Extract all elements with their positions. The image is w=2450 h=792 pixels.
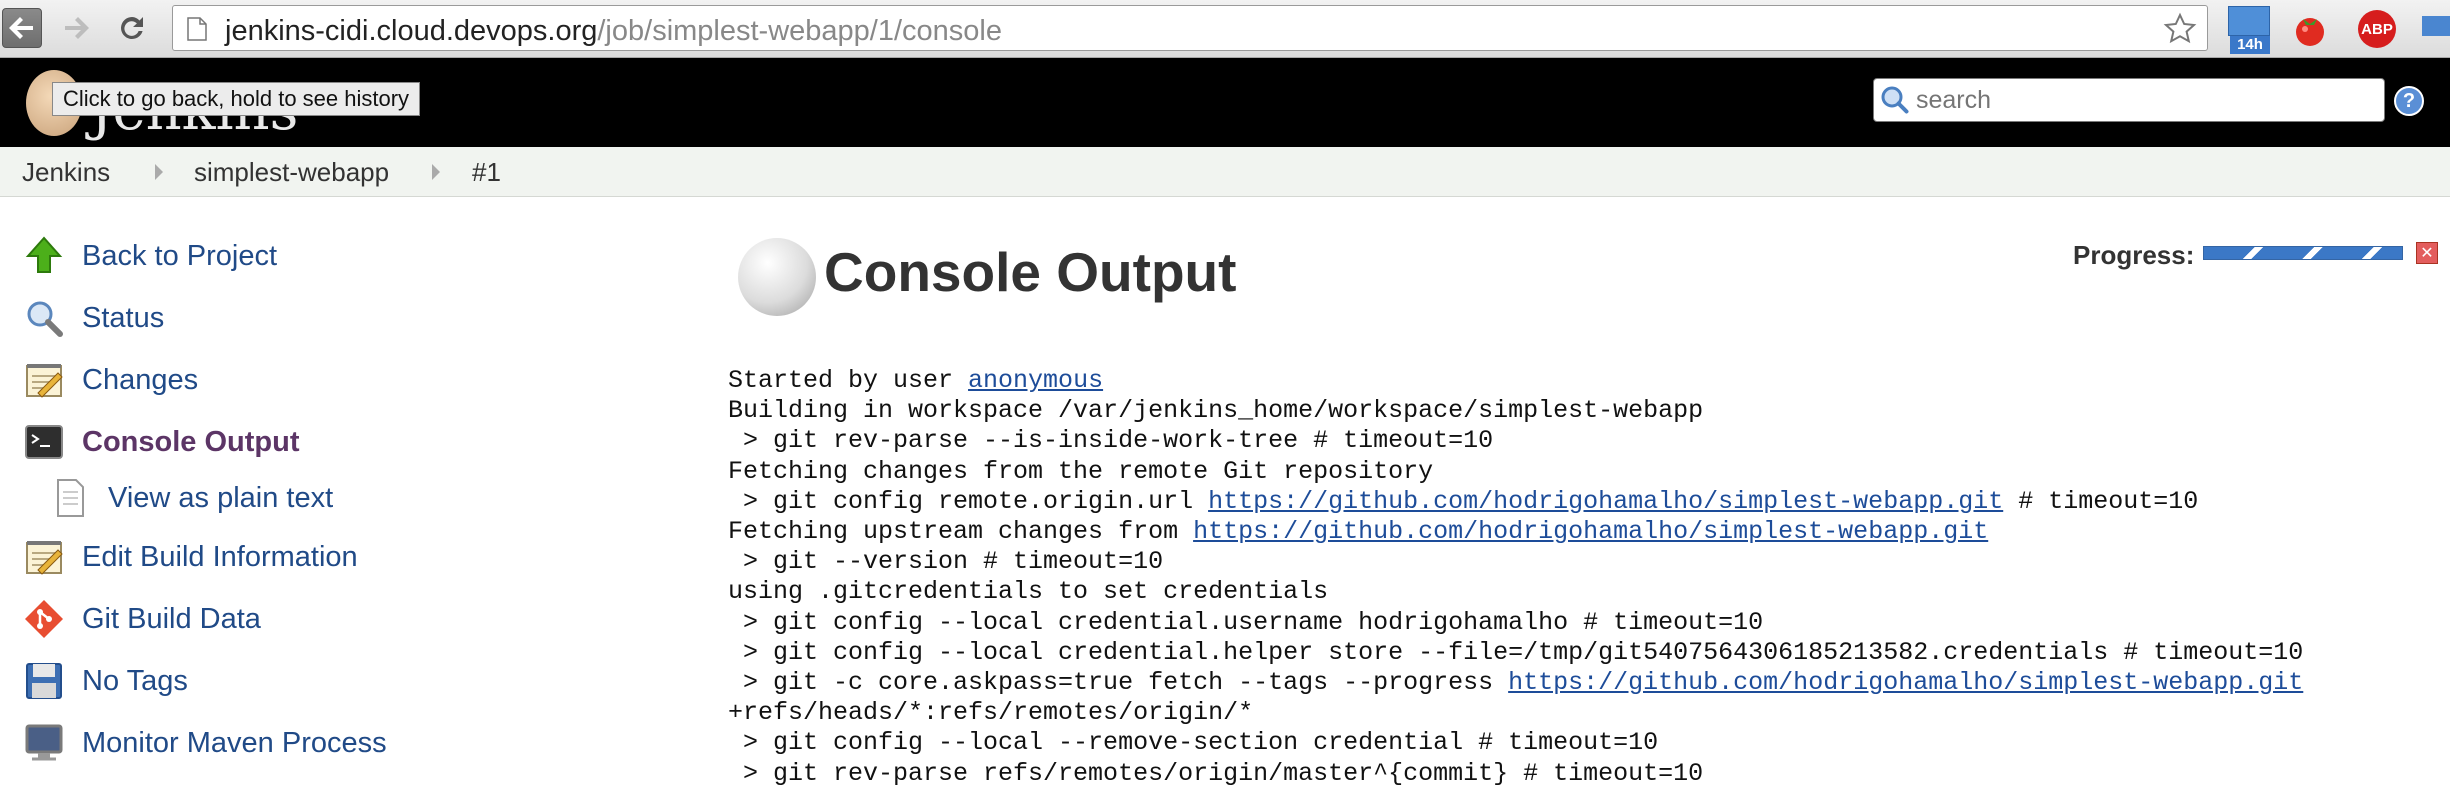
back-arrow-icon — [9, 17, 33, 39]
console-line: using .gitcredentials to set credentials — [728, 577, 2438, 607]
console-line: > git config remote.origin.url https://g… — [728, 487, 2438, 517]
console-line-text: > git config --local credential.username… — [728, 607, 1764, 637]
sidebar-item-changes[interactable]: Changes — [22, 355, 198, 405]
bookmark-star-icon[interactable] — [2163, 12, 2197, 46]
progress-bar — [2203, 246, 2403, 260]
console-line: > git -c core.askpass=true fetch --tags … — [728, 668, 2438, 698]
build-status-ball-icon — [738, 238, 816, 316]
sidebar-item-edit-build-information[interactable]: Edit Build Information — [22, 532, 358, 582]
search-input[interactable] — [1916, 83, 2376, 117]
sidebar-item-label: No Tags — [82, 664, 188, 697]
sidebar-item-label: Back to Project — [82, 239, 278, 272]
progress-label: Progress: — [2073, 240, 2195, 270]
sidebar-item-label: View as plain text — [108, 481, 334, 514]
console-line-text: +refs/heads/*:refs/remotes/origin/* — [728, 698, 1254, 728]
breadcrumb-jenkins[interactable]: Jenkins — [22, 157, 110, 188]
console-line: Building in workspace /var/jenkins_home/… — [728, 396, 2438, 426]
console-line-text: > git config --local --remove-section cr… — [728, 728, 1659, 758]
console-line-text: Building in workspace /var/jenkins_home/… — [728, 396, 1704, 426]
adblock-extension-icon[interactable]: ABP — [2358, 10, 2396, 48]
sidebar-item-label: Git Build Data — [82, 602, 261, 635]
console-line-text: > git config --local credential.helper s… — [728, 637, 2304, 667]
url-text[interactable]: jenkins-cidi.cloud.devops.org/job/simple… — [225, 15, 1002, 48]
breadcrumb-separator-icon[interactable] — [432, 164, 440, 180]
sidebar-item-label: Edit Build Information — [82, 540, 358, 573]
console-line: Started by user anonymous — [728, 366, 2438, 396]
console-line-text: > git --version # timeout=10 — [728, 547, 1164, 577]
page-title: Console Output — [824, 241, 1237, 303]
console-line-text: Started by user — [728, 366, 969, 395]
console-output: Started by user anonymous Building in wor… — [728, 366, 2438, 789]
console-link[interactable]: anonymous — [968, 366, 1103, 395]
floppy-icon — [22, 659, 66, 703]
console-link[interactable]: https://github.com/hodrigohamalho/simple… — [1208, 487, 2003, 516]
url-path: /job/simplest-webapp/1/console — [597, 15, 1002, 47]
console-line: > git config --local credential.helper s… — [728, 638, 2438, 668]
cast-extension-icon[interactable] — [2420, 14, 2450, 40]
console-link[interactable]: https://github.com/hodrigohamalho/simple… — [1508, 668, 2303, 697]
back-button[interactable] — [2, 8, 42, 48]
console-line-text: > git config remote.origin.url — [728, 486, 1209, 516]
breadcrumb-build[interactable]: #1 — [472, 157, 501, 188]
search-box[interactable] — [1873, 78, 2385, 122]
calendar-icon — [2228, 6, 2270, 36]
address-bar[interactable]: jenkins-cidi.cloud.devops.org/job/simple… — [172, 5, 2208, 51]
sidebar-item-label: Status — [82, 301, 165, 334]
terminal-icon — [22, 420, 66, 464]
console-line: Fetching upstream changes from https://g… — [728, 517, 2438, 547]
sidebar-item-back-to-project[interactable]: Back to Project — [22, 231, 277, 281]
calendar-extension-icon[interactable]: 14h — [2228, 6, 2270, 54]
sidebar-item-git-build-data[interactable]: Git Build Data — [22, 594, 261, 644]
back-button-tooltip: Click to go back, hold to see history — [52, 82, 421, 116]
sidebar-item-no-tags[interactable]: No Tags — [22, 656, 188, 706]
sidebar-item-label: Monitor Maven Process — [82, 726, 387, 759]
git-icon — [22, 597, 66, 641]
console-line: +refs/heads/*:refs/remotes/origin/* — [728, 698, 2438, 728]
sidebar-item-label: Console Output — [82, 425, 300, 458]
page-icon — [187, 17, 207, 41]
console-line: > git rev-parse --is-inside-work-tree # … — [728, 426, 2438, 456]
console-line: > git --version # timeout=10 — [728, 547, 2438, 577]
sidebar-item-view-as-plain-text[interactable]: View as plain text — [48, 473, 333, 523]
jenkins-header: Jenkins Click to go back, hold to see hi… — [0, 58, 2450, 147]
magnifier-icon — [22, 296, 66, 340]
console-line-text: > git -c core.askpass=true fetch --tags … — [728, 668, 1509, 698]
console-line-text: > git rev-parse --is-inside-work-tree # … — [728, 426, 1494, 456]
breadcrumb-separator-icon[interactable] — [155, 164, 163, 180]
sidebar-item-console-output[interactable]: Console Output — [22, 417, 299, 467]
breadcrumb-job[interactable]: simplest-webapp — [194, 157, 389, 188]
console-link[interactable]: https://github.com/hodrigohamalho/simple… — [1193, 517, 1988, 546]
monitor-icon — [22, 721, 66, 765]
browser-toolbar: jenkins-cidi.cloud.devops.org/job/simple… — [0, 0, 2450, 58]
forward-button[interactable] — [56, 8, 96, 48]
calendar-badge: 14h — [2230, 36, 2270, 54]
document-icon — [48, 476, 92, 520]
console-line-text: Fetching changes from the remote Git rep… — [728, 456, 1434, 486]
console-line-text: using .gitcredentials to set credentials — [728, 577, 1329, 607]
reload-button[interactable] — [112, 8, 152, 48]
stop-build-icon[interactable]: ✕ — [2416, 242, 2438, 264]
reload-icon — [121, 17, 143, 39]
sidebar-item-monitor-maven-process[interactable]: Monitor Maven Process — [22, 718, 387, 768]
console-line-suffix: # timeout=10 — [2003, 486, 2199, 516]
sidebar-item-status[interactable]: Status — [22, 293, 164, 343]
console-line: Fetching changes from the remote Git rep… — [728, 457, 2438, 487]
console-line: > git rev-parse refs/remotes/origin/mast… — [728, 759, 2438, 789]
console-line: > git config --local credential.username… — [728, 608, 2438, 638]
console-line: > git config --local --remove-section cr… — [728, 728, 2438, 758]
breadcrumb: Jenkins simplest-webapp #1 — [0, 147, 2450, 197]
url-host: jenkins-cidi.cloud.devops.org — [225, 15, 598, 47]
help-icon[interactable]: ? — [2394, 86, 2424, 116]
console-line-text: > git rev-parse refs/remotes/origin/mast… — [728, 758, 1704, 788]
forward-arrow-icon — [65, 17, 89, 39]
notepad-icon — [22, 535, 66, 579]
search-icon — [1881, 86, 1909, 114]
tomato-extension-icon[interactable] — [2292, 12, 2328, 48]
notepad-icon — [22, 358, 66, 402]
console-line-text: Fetching upstream changes from — [728, 517, 1194, 547]
up-arrow-icon — [22, 234, 66, 278]
sidebar-item-label: Changes — [82, 363, 199, 396]
